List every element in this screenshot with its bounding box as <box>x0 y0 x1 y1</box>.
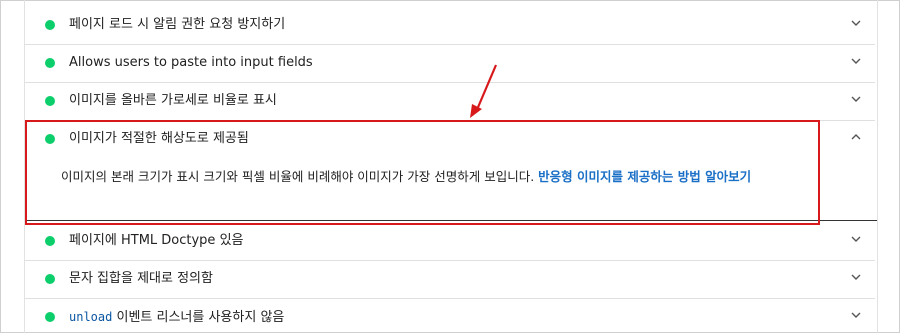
audit-header-doctype[interactable]: 페이지에 HTML Doctype 있음 <box>25 222 875 260</box>
audit-header-aspect-ratio[interactable]: 이미지를 올바른 가로세로 비율로 표시 <box>25 82 875 120</box>
pass-dot-icon <box>45 20 55 30</box>
audit-description: 이미지의 본래 크기가 표시 크기와 픽셀 비율에 비례해야 이미지가 가장 선… <box>61 166 751 185</box>
audit-title: 이미지가 적절한 해상도로 제공됨 <box>69 131 249 146</box>
audit-item: 문자 집합을 제대로 정의함 <box>25 260 875 299</box>
chevron-down-icon[interactable] <box>849 270 863 284</box>
chevron-down-icon[interactable] <box>849 92 863 106</box>
audit-title: 페이지에 HTML Doctype 있음 <box>69 233 244 248</box>
audit-title: 페이지 로드 시 알림 권한 요청 방지하기 <box>69 17 286 32</box>
audit-item: 이미지를 올바른 가로세로 비율로 표시 <box>25 82 875 121</box>
audit-item: 페이지에 HTML Doctype 있음 <box>25 222 875 261</box>
pass-dot-icon <box>45 236 55 246</box>
audit-item: Allows users to paste into input fields <box>25 44 875 83</box>
audit-title-text: 이벤트 리스너를 사용하지 않음 <box>112 310 285 325</box>
audit-header-unload-listener[interactable]: unload 이벤트 리스너를 사용하지 않음 <box>25 298 875 336</box>
pass-dot-icon <box>45 134 55 144</box>
pass-dot-icon <box>45 274 55 284</box>
audit-item: 페이지 로드 시 알림 권한 요청 방지하기 <box>25 6 875 45</box>
audit-list: 페이지 로드 시 알림 권한 요청 방지하기 Allows users to p… <box>24 0 878 333</box>
audit-header-notification-permission[interactable]: 페이지 로드 시 알림 권한 요청 방지하기 <box>25 6 875 44</box>
audit-header-image-resolution[interactable]: 이미지가 적절한 해상도로 제공됨 <box>25 120 875 158</box>
chevron-up-icon[interactable] <box>849 130 863 144</box>
chevron-down-icon[interactable] <box>849 308 863 322</box>
chevron-down-icon[interactable] <box>849 232 863 246</box>
audit-title: Allows users to paste into input fields <box>69 55 313 70</box>
audit-title-code: unload <box>69 310 113 324</box>
audit-header-charset[interactable]: 문자 집합을 제대로 정의함 <box>25 260 875 298</box>
pass-dot-icon <box>45 312 55 322</box>
section-divider <box>25 220 877 221</box>
pass-dot-icon <box>45 58 55 68</box>
audit-header-paste-input[interactable]: Allows users to paste into input fields <box>25 44 875 82</box>
chevron-down-icon[interactable] <box>849 54 863 68</box>
pass-dot-icon <box>45 96 55 106</box>
audit-item: unload 이벤트 리스너를 사용하지 않음 <box>25 298 875 332</box>
chevron-down-icon[interactable] <box>849 16 863 30</box>
audit-title: 이미지를 올바른 가로세로 비율로 표시 <box>69 93 277 108</box>
audit-item-expanded: 이미지가 적절한 해상도로 제공됨 이미지의 본래 크기가 표시 크기와 픽셀 … <box>25 120 875 220</box>
audit-title: unload 이벤트 리스너를 사용하지 않음 <box>69 308 284 327</box>
audit-description-text: 이미지의 본래 크기가 표시 크기와 픽셀 비율에 비례해야 이미지가 가장 선… <box>61 169 535 184</box>
audit-title: 문자 집합을 제대로 정의함 <box>69 271 213 286</box>
learn-more-link[interactable]: 반응형 이미지를 제공하는 방법 알아보기 <box>538 169 751 184</box>
